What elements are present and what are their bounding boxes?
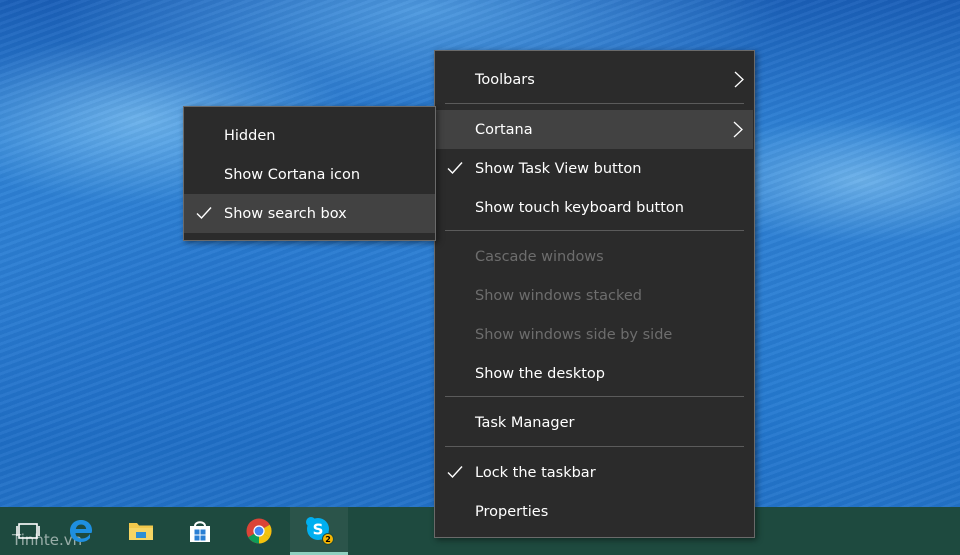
- taskbar-app-skype[interactable]: S 2: [290, 507, 348, 555]
- menu-item-cortana[interactable]: Cortana: [436, 110, 753, 149]
- menu-item-show-touch-keyboard-button[interactable]: Show touch keyboard button: [435, 188, 754, 227]
- file-explorer-icon: [129, 523, 153, 540]
- menu-item-properties[interactable]: Properties: [435, 492, 754, 531]
- menu-item-label: Lock the taskbar: [475, 464, 596, 481]
- skype-badge: 2: [325, 535, 331, 544]
- taskbar-app-store[interactable]: [171, 507, 229, 555]
- skype-icon: S 2: [306, 516, 334, 545]
- submenu-item-show-search-box[interactable]: Show search box: [184, 194, 435, 233]
- edge-icon: [70, 520, 92, 542]
- menu-separator: [445, 396, 744, 397]
- menu-item-toolbars[interactable]: Toolbars: [435, 60, 754, 99]
- menu-item-show-windows-stacked[interactable]: Show windows stacked: [435, 276, 754, 315]
- menu-item-label: Show the desktop: [475, 365, 605, 382]
- taskbar-app-edge[interactable]: [52, 507, 110, 555]
- menu-item-label: Properties: [475, 503, 549, 520]
- taskbar-app-file-explorer[interactable]: [112, 507, 170, 555]
- menu-item-lock-the-taskbar[interactable]: Lock the taskbar: [435, 453, 754, 492]
- store-icon: [190, 521, 210, 542]
- menu-item-label: Cascade windows: [475, 248, 604, 265]
- chevron-right-icon: [733, 121, 743, 138]
- checkmark-icon: [196, 207, 212, 220]
- menu-item-label: Show Task View button: [475, 160, 642, 177]
- submenu-item-show-cortana-icon[interactable]: Show Cortana icon: [184, 155, 435, 194]
- menu-item-label: Show touch keyboard button: [475, 199, 684, 216]
- svg-text:S: S: [313, 520, 324, 538]
- menu-item-show-windows-side-by-side[interactable]: Show windows side by side: [435, 315, 754, 354]
- menu-item-task-manager[interactable]: Task Manager: [435, 403, 754, 442]
- menu-item-show-the-desktop[interactable]: Show the desktop: [435, 354, 754, 393]
- menu-item-label: Show windows side by side: [475, 326, 673, 343]
- taskbar-context-menu: Toolbars Cortana Show Task View button S…: [434, 50, 755, 538]
- menu-item-label: Show windows stacked: [475, 287, 643, 304]
- checkmark-icon: [447, 466, 463, 479]
- menu-item-label: Show Cortana icon: [224, 166, 361, 183]
- menu-item-label: Toolbars: [475, 71, 535, 88]
- submenu-item-hidden[interactable]: Hidden: [184, 116, 435, 155]
- menu-item-label: Show search box: [224, 205, 347, 222]
- menu-item-label: Hidden: [224, 127, 276, 144]
- chevron-right-icon: [734, 71, 744, 88]
- menu-item-show-task-view-button[interactable]: Show Task View button: [435, 149, 754, 188]
- menu-item-label: Task Manager: [475, 414, 575, 431]
- menu-item-cascade-windows[interactable]: Cascade windows: [435, 237, 754, 276]
- chrome-icon: [246, 518, 272, 544]
- menu-separator: [445, 446, 744, 447]
- menu-separator: [445, 230, 744, 231]
- menu-separator: [445, 103, 744, 104]
- taskbar-app-chrome[interactable]: [230, 507, 288, 555]
- menu-item-label: Cortana: [475, 121, 533, 138]
- cortana-submenu: Hidden Show Cortana icon Show search box: [183, 106, 436, 241]
- checkmark-icon: [447, 162, 463, 175]
